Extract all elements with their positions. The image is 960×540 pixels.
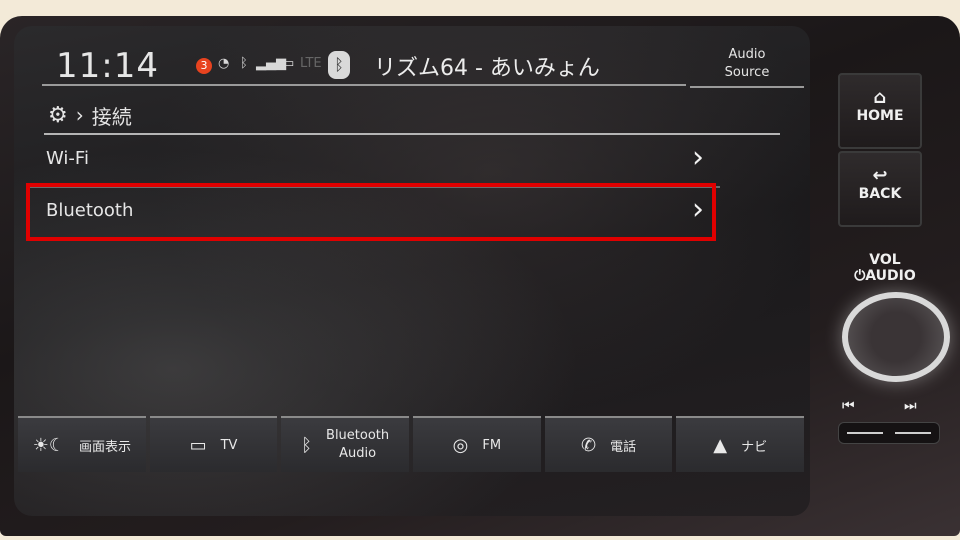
bluetooth-source-icon: ᛒ: [328, 51, 350, 79]
display-settings-button[interactable]: ☀☾ 画面表示: [18, 416, 146, 472]
volume-knob[interactable]: [842, 292, 950, 382]
bluetooth-icon: ᛒ: [301, 434, 313, 456]
radio-icon: ◎: [452, 434, 469, 456]
phone-button[interactable]: ✆ 電話: [544, 416, 673, 472]
back-label: BACK: [858, 186, 902, 202]
button-label: 電話: [610, 439, 637, 455]
rocker-right: [895, 432, 931, 434]
brightness-icon: ☀☾: [32, 434, 65, 456]
vol-label: VOL: [869, 252, 901, 268]
tv-button[interactable]: ▭ TV: [149, 416, 278, 472]
button-label: ナビ: [741, 439, 768, 455]
button-label-line1: Bluetooth: [326, 428, 390, 443]
notification-badge[interactable]: 3: [196, 58, 212, 74]
audio-source-label-1: Audio: [728, 47, 766, 62]
breadcrumb: ⚙ › 接続: [48, 100, 132, 130]
menu-item-label: Bluetooth: [46, 200, 134, 221]
chevron-right-icon: ›: [692, 140, 704, 175]
audio-source-label-2: Source: [724, 65, 770, 80]
track-rocker-switch[interactable]: [838, 422, 940, 444]
battery-icon: ▭: [282, 56, 295, 71]
hardware-buttons: ⌂ HOME ↩ BACK: [838, 73, 922, 229]
audio-label: AUDIO: [865, 268, 916, 284]
button-label: FM: [482, 437, 502, 453]
back-arrow-icon: ↩: [872, 165, 888, 186]
back-button[interactable]: ↩ BACK: [838, 151, 922, 227]
infotainment-screen: 11:14 3 ◔ ᛒ ▂▄▆ ▭ LTE ᛒ リズム64 - あいみょん Au…: [14, 26, 810, 516]
audio-source-button[interactable]: Audio Source: [690, 44, 804, 88]
button-label: 画面表示: [78, 439, 131, 455]
chevron-right-icon: ›: [692, 192, 704, 227]
home-label: HOME: [856, 108, 904, 124]
bottom-shortcut-bar: ☀☾ 画面表示 ▭ TV ᛒ Bluetooth Audio ◎ FM ✆ 電話 …: [18, 416, 805, 472]
menu-item-bluetooth[interactable]: Bluetooth ›: [30, 186, 720, 238]
clock: 11:14: [56, 46, 159, 86]
button-label: Bluetooth Audio: [326, 427, 389, 463]
power-icon: ⏻: [854, 268, 866, 284]
home-button[interactable]: ⌂ HOME: [838, 73, 922, 149]
home-icon: ⌂: [873, 87, 887, 108]
volume-label: VOL ⏻AUDIO: [845, 252, 925, 284]
navigation-icon: ▲: [713, 434, 728, 456]
next-track-icon[interactable]: ⏭: [904, 398, 917, 414]
phone-icon: ✆: [580, 434, 597, 456]
gear-icon[interactable]: ⚙: [48, 103, 68, 128]
button-label: TV: [220, 437, 238, 453]
menu-item-wifi[interactable]: Wi-Fi ›: [30, 134, 720, 188]
bluetooth-audio-button[interactable]: ᛒ Bluetooth Audio: [281, 416, 410, 472]
page-title: 接続: [91, 104, 132, 129]
button-label-line2: Audio: [339, 446, 377, 461]
tv-icon: ▭: [189, 434, 207, 456]
bluetooth-icon: ᛒ: [240, 56, 248, 71]
wifi-icon: ◔: [218, 56, 230, 71]
rocker-left: [847, 432, 883, 434]
previous-track-icon[interactable]: ⏮: [842, 398, 855, 414]
menu-item-label: Wi-Fi: [46, 148, 89, 169]
now-playing-bar[interactable]: ᛒ リズム64 - あいみょん: [314, 44, 686, 86]
breadcrumb-separator-icon: ›: [75, 103, 84, 127]
status-bar: 11:14 3 ◔ ᛒ ▂▄▆ ▭ LTE: [42, 44, 322, 86]
fm-button[interactable]: ◎ FM: [413, 416, 541, 472]
navi-button[interactable]: ▲ ナビ: [676, 416, 805, 472]
now-playing-text: リズム64 - あいみょん: [374, 56, 600, 81]
